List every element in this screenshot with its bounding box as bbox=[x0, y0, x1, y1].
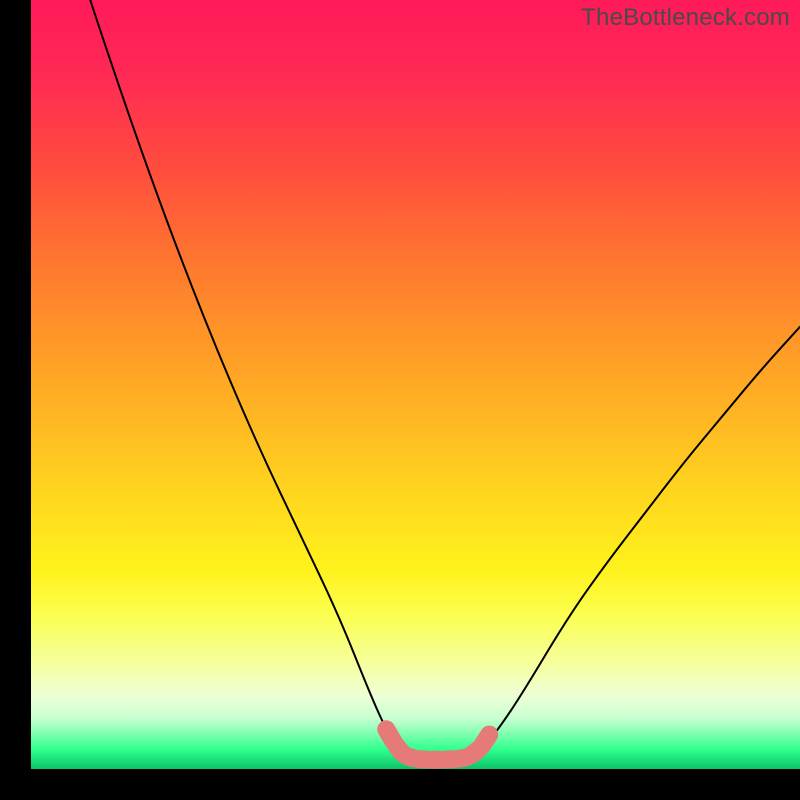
chart-frame: TheBottleneck.com bbox=[31, 0, 800, 769]
watermark-text: TheBottleneck.com bbox=[581, 4, 790, 32]
heat-gradient bbox=[31, 0, 800, 769]
